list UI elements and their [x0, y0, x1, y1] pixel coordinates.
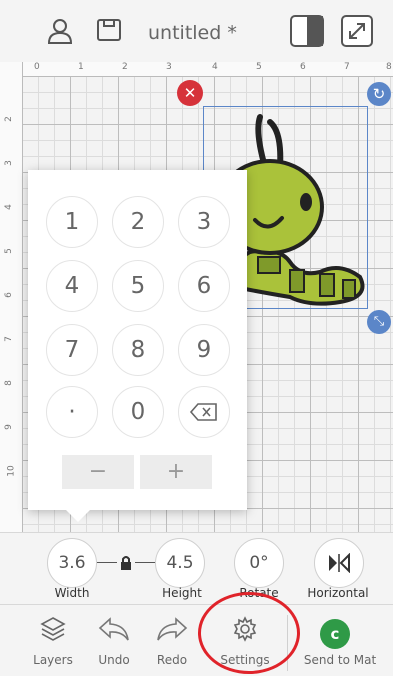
numeric-keypad: 1 2 3 4 5 6 7 8 9 · 0 − + [28, 170, 247, 522]
ruler-top: 0 1 2 3 4 5 6 7 8 [0, 62, 393, 77]
backspace-icon [189, 403, 217, 421]
project-title[interactable]: untitled * [148, 22, 237, 44]
undo-button[interactable]: Undo [92, 605, 136, 676]
key-0[interactable]: 0 [112, 386, 164, 438]
plus-key[interactable]: + [140, 455, 212, 489]
expand-icon[interactable] [340, 14, 374, 48]
width-label: Width [54, 586, 90, 600]
width-value[interactable]: 3.6 [47, 538, 97, 588]
layers-icon [40, 617, 66, 641]
undo-icon [98, 617, 129, 641]
ruler-left: 2 3 4 5 6 7 8 9 10 [0, 62, 23, 532]
lock-icon[interactable] [119, 555, 133, 571]
key-6[interactable]: 6 [178, 260, 230, 312]
key-5[interactable]: 5 [112, 260, 164, 312]
key-9[interactable]: 9 [178, 324, 230, 376]
redo-button[interactable]: Redo [150, 605, 194, 676]
key-2[interactable]: 2 [112, 196, 164, 248]
redo-icon [157, 617, 188, 641]
bottom-toolbar: Layers Undo Redo Settings Send to Mat c [0, 604, 393, 676]
flip-label: Horizontal [307, 586, 369, 600]
key-3[interactable]: 3 [178, 196, 230, 248]
annotation-circle [198, 592, 300, 674]
key-4[interactable]: 4 [46, 260, 98, 312]
rotate-value[interactable]: 0° [234, 538, 284, 588]
height-value[interactable]: 4.5 [155, 538, 205, 588]
key-1[interactable]: 1 [46, 196, 98, 248]
save-icon[interactable] [94, 16, 124, 46]
top-bar: untitled * [0, 0, 393, 63]
key-decimal[interactable]: · [46, 386, 98, 438]
delete-button[interactable]: ✕ [177, 80, 203, 106]
key-7[interactable]: 7 [46, 324, 98, 376]
cricut-logo-icon[interactable]: c [320, 619, 350, 649]
minus-key[interactable]: − [62, 455, 134, 489]
split-view-icon[interactable] [289, 14, 325, 48]
height-label: Height [162, 586, 202, 600]
layers-button[interactable]: Layers [28, 605, 78, 676]
key-8[interactable]: 8 [112, 324, 164, 376]
user-icon[interactable] [45, 16, 75, 46]
properties-bar: 3.6 Width 4.5 Height 0° Rotate Horizonta… [0, 532, 393, 605]
backspace-key[interactable] [178, 386, 230, 438]
resize-handle-icon[interactable]: ⤡ [367, 310, 391, 334]
rotate-handle-icon[interactable]: ↻ [367, 82, 391, 106]
flip-horizontal-icon [329, 552, 350, 574]
flip-horizontal-button[interactable] [314, 538, 364, 588]
